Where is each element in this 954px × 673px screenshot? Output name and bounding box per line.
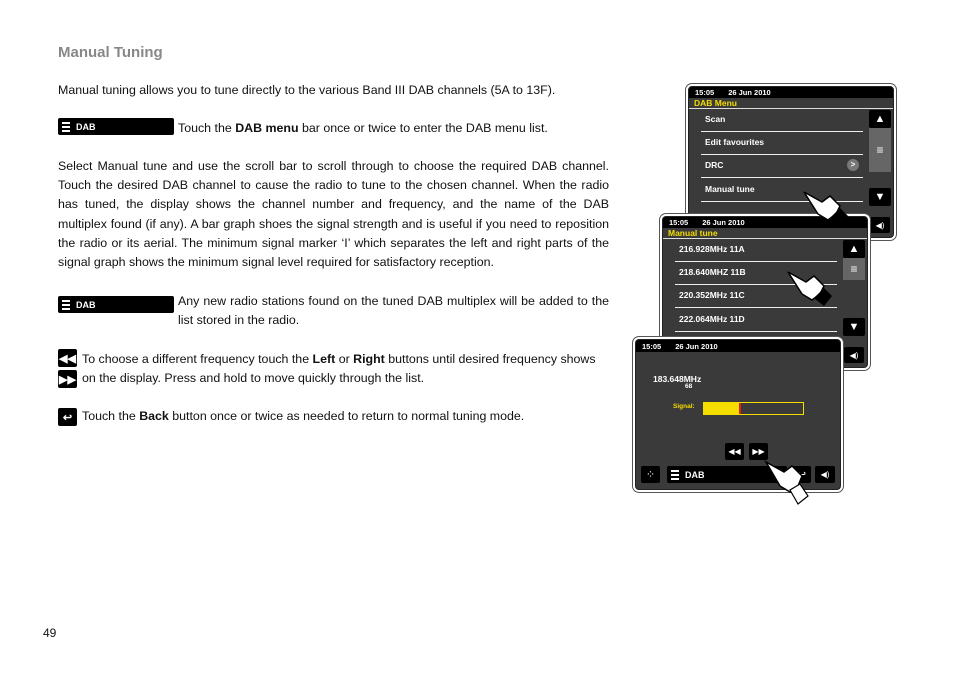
frequency: 183.648MHz xyxy=(653,374,702,384)
scroll-up-button[interactable]: ▲ xyxy=(843,240,865,258)
status-bar: 15:05 26 Jun 2010 xyxy=(689,87,893,98)
text: To choose a different frequency touch th… xyxy=(82,352,313,366)
menu-icon xyxy=(62,298,70,312)
back-icon: ↩ xyxy=(58,408,77,426)
scrollbar[interactable]: ▲ ≡ ▼ xyxy=(869,110,891,206)
forward-icon: ▶▶ xyxy=(58,370,77,388)
dab-menu-instruction: Touch the DAB menu bar once or twice to … xyxy=(178,119,548,138)
dab-bar-label: DAB xyxy=(76,299,96,310)
channel-item[interactable]: 222.064MHz 11D xyxy=(675,311,837,332)
status-bar: 15:05 26 Jun 2010 xyxy=(636,340,840,352)
scrollbar[interactable]: ▲ ≡ ▼ xyxy=(843,240,865,336)
dab-menu-bar-2: DAB xyxy=(58,296,174,313)
page-number: 49 xyxy=(43,626,57,640)
signal-label: Signal: xyxy=(673,403,695,410)
back-text: Touch the Back button once or twice as n… xyxy=(82,407,524,426)
text: or xyxy=(335,352,354,366)
bold-text: Back xyxy=(139,409,169,423)
select-paragraph: Select Manual tune and use the scroll ba… xyxy=(58,159,609,270)
scroll-down-button[interactable]: ▼ xyxy=(843,318,865,336)
new-stations-text: Any new radio stations found on the tune… xyxy=(178,294,609,328)
dab-bar-label: DAB xyxy=(76,121,96,132)
volume-button[interactable]: ◀) xyxy=(844,347,864,363)
menu-icon xyxy=(671,468,679,482)
dab-bar-label: DAB xyxy=(685,469,705,480)
menu-item-scan[interactable]: Scan xyxy=(701,111,863,132)
text: Touch the xyxy=(178,121,236,135)
text: button once or twice as needed to return… xyxy=(168,409,525,423)
menu-item-drc[interactable]: DRC > xyxy=(701,157,863,178)
home-grid-button[interactable]: ⁘ xyxy=(641,466,660,483)
menu-icon xyxy=(62,120,70,134)
text: Touch the xyxy=(82,409,140,423)
menu-item-edit-favourites[interactable]: Edit favourites xyxy=(701,134,863,155)
scroll-thumb[interactable]: ≡ xyxy=(843,258,865,280)
leftright-text: To choose a different frequency touch th… xyxy=(82,350,596,369)
volume-button[interactable]: ◀) xyxy=(870,217,890,233)
signal-fill xyxy=(704,403,741,414)
text: buttons until desired frequency shows xyxy=(384,352,596,366)
screen-title: DAB Menu xyxy=(689,98,893,109)
scroll-thumb[interactable]: ≡ xyxy=(869,128,891,172)
page-title: Manual Tuning xyxy=(58,44,163,61)
dab-menu-bar: DAB xyxy=(58,118,174,135)
bold-text: Right xyxy=(353,352,385,366)
leftright-text-line2: on the display. Press and hold to move q… xyxy=(82,371,425,385)
date: 26 Jun 2010 xyxy=(728,88,771,97)
scroll-up-button[interactable]: ▲ xyxy=(869,110,891,128)
chevron-right-icon: > xyxy=(847,159,859,171)
channel-item[interactable]: 216.928MHz 11A xyxy=(675,241,837,262)
pointing-hand-icon xyxy=(763,460,809,505)
date: 26 Jun 2010 xyxy=(675,341,718,351)
intro-text: Manual tuning allows you to tune directl… xyxy=(58,83,556,97)
rewind-button[interactable]: ◀◀ xyxy=(725,443,744,460)
item-label: DRC xyxy=(705,160,724,170)
bold-text: DAB menu xyxy=(235,121,299,135)
time: 15:05 xyxy=(695,88,715,97)
volume-button[interactable]: ◀) xyxy=(815,466,835,483)
time: 15:05 xyxy=(642,341,662,351)
bold-text: Left xyxy=(312,352,336,366)
time: 15:05 xyxy=(669,218,689,227)
scroll-down-button[interactable]: ▼ xyxy=(869,188,891,206)
signal-bar xyxy=(703,402,804,415)
date: 26 Jun 2010 xyxy=(702,218,745,227)
rewind-icon: ◀◀ xyxy=(58,349,77,367)
pointing-hand-icon xyxy=(803,191,848,226)
channel-number: 68 xyxy=(685,383,693,390)
text: bar once or twice to enter the DAB menu … xyxy=(298,121,548,135)
screen-title: Manual tune xyxy=(663,228,867,239)
pointing-hand-icon xyxy=(787,271,832,306)
